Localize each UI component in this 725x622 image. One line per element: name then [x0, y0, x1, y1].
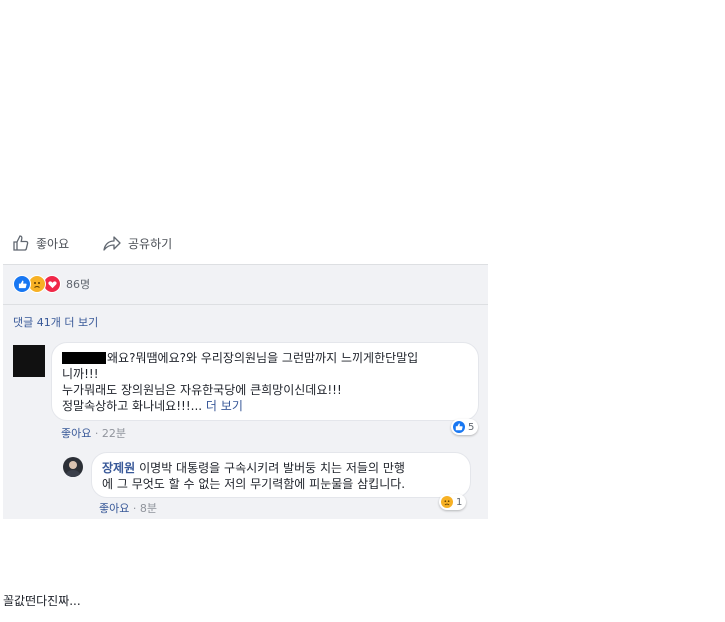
like-reaction-icon	[13, 275, 31, 293]
comment-like-link[interactable]: 좋아요	[61, 427, 91, 440]
comment-text-line: 왜요?뭐땜에요?와 우리장의원님을 그런맘까지 느끼게한단말입	[107, 351, 419, 365]
comment-text-line: 누가뭐래도 장의원님은 자유한국당에 큰희망이신데요!!!	[62, 383, 342, 397]
separator-dot: ·	[132, 502, 137, 515]
like-label: 좋아요	[36, 236, 70, 251]
reply-text-line: 에 그 무엇도 할 수 없는 저의 무기력함에 피눈물을 삼킵니다.	[102, 477, 406, 491]
reply-bubble: 장제원 이명박 대통령을 구속시키려 발버둥 치는 저들의 만행 에 그 무엇도 …	[91, 452, 471, 498]
thumbs-up-icon	[13, 235, 29, 251]
view-more-comments-link[interactable]: 댓글 41개 더 보기	[13, 314, 98, 330]
redacted-author-name	[62, 352, 106, 364]
reaction-count: 5	[468, 421, 475, 433]
comments-panel: 86명 댓글 41개 더 보기 왜요?뭐땜에요?와 우리장의원님을 그런맘까지 …	[3, 264, 488, 519]
comment-text-line: 정말속상하고 화나네요!!!...	[62, 399, 203, 413]
reply-meta: 좋아요 · 8분	[99, 500, 157, 516]
reply-reaction-badge[interactable]: 1	[439, 494, 467, 510]
share-arrow-icon	[103, 236, 121, 251]
avatar[interactable]	[63, 457, 83, 477]
comment-reaction-badge[interactable]: 5	[451, 419, 479, 435]
reaction-count: 1	[456, 496, 463, 508]
sad-reaction-icon	[441, 496, 453, 508]
like-button[interactable]: 좋아요	[12, 234, 69, 252]
reply-like-link[interactable]: 좋아요	[99, 502, 129, 515]
separator-dot: ·	[94, 427, 99, 440]
comment-timestamp[interactable]: 22분	[102, 427, 126, 440]
divider	[3, 304, 488, 305]
comment-meta: 좋아요 · 22분	[61, 425, 126, 441]
reply-timestamp[interactable]: 8분	[140, 502, 157, 515]
reply-author-name[interactable]: 장제원	[102, 461, 135, 475]
post-action-bar: 좋아요 공유하기	[0, 228, 490, 260]
reaction-summary[interactable]: 86명	[13, 275, 90, 293]
person-photo-icon	[65, 461, 81, 477]
comment-bubble: 왜요?뭐땜에요?와 우리장의원님을 그런맘까지 느끼게한단말입 니까!!! 누가…	[51, 342, 479, 421]
reply-text-line: 이명박 대통령을 구속시키려 발버둥 치는 저들의 만행	[139, 461, 405, 475]
share-label: 공유하기	[128, 236, 173, 251]
see-more-link[interactable]: 더 보기	[206, 399, 243, 413]
comment-text-line: 니까!!!	[62, 367, 99, 381]
share-button[interactable]: 공유하기	[102, 234, 172, 252]
like-reaction-icon	[453, 421, 465, 433]
avatar[interactable]	[13, 345, 45, 377]
reaction-count: 86명	[66, 278, 91, 291]
caption-text: 꼴값떤다진짜...	[3, 594, 81, 608]
